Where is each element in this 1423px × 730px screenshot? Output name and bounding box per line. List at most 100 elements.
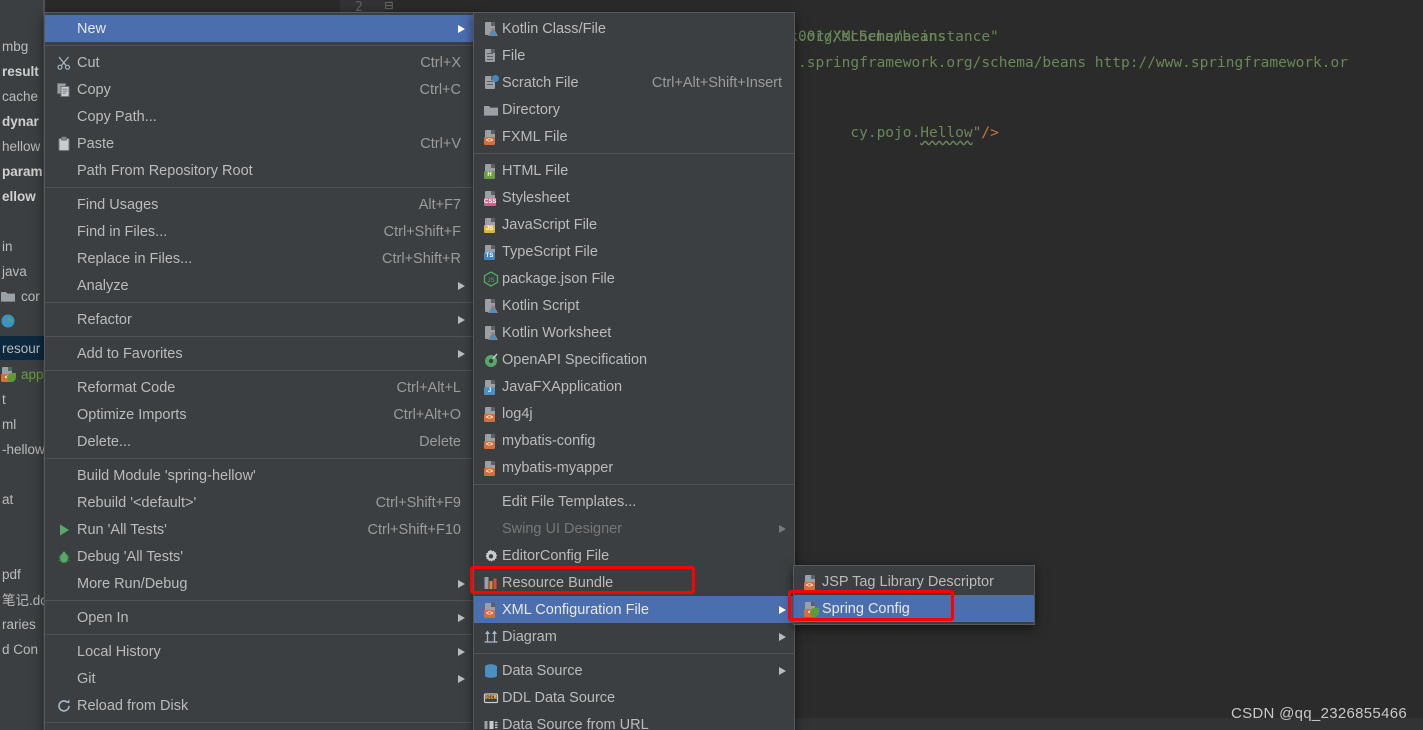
menu-item-copy[interactable]: Copy Ctrl+C bbox=[45, 76, 473, 103]
menu-item-refactor[interactable]: Refactor bbox=[45, 306, 473, 333]
project-tree-item[interactable]: raries bbox=[0, 612, 45, 636]
menu-item-directory[interactable]: Directory bbox=[474, 96, 794, 123]
menu-item-html-file[interactable]: H HTML File bbox=[474, 157, 794, 184]
project-tree-item[interactable]: param bbox=[0, 159, 45, 183]
menu-item-copy-path[interactable]: Copy Path... bbox=[45, 103, 473, 130]
menu-item-editorconfig-file[interactable]: EditorConfig File bbox=[474, 542, 794, 569]
run-icon bbox=[53, 520, 75, 540]
menu-item-ddl-data-source[interactable]: DDL DDL Data Source bbox=[474, 684, 794, 711]
xml-file-icon: <> bbox=[480, 127, 502, 147]
menu-item-label: package.json File bbox=[502, 270, 615, 287]
menu-item-build-module-spring-hellow[interactable]: Build Module 'spring-hellow' bbox=[45, 462, 473, 489]
menu-item-rebuild-default[interactable]: Rebuild '<default>' Ctrl+Shift+F9 bbox=[45, 489, 473, 516]
menu-item-find-in-files[interactable]: Find in Files... Ctrl+Shift+F bbox=[45, 218, 473, 245]
project-tree-item[interactable]: t bbox=[0, 387, 45, 411]
menu-item-new[interactable]: New bbox=[45, 15, 473, 42]
project-tree-item[interactable]: cache bbox=[0, 84, 45, 108]
project-tree-panel[interactable]: mbg result cache dynar hellow param ellow in jav… bbox=[0, 0, 45, 730]
project-tree-item[interactable] bbox=[0, 309, 45, 333]
project-tree-item[interactable]: 笔记.dc bbox=[0, 587, 45, 611]
menu-item-local-history[interactable]: Local History bbox=[45, 638, 473, 665]
menu-item-scratch-file[interactable]: Scratch File Ctrl+Alt+Shift+Insert bbox=[474, 69, 794, 96]
menu-item-shortcut: Ctrl+Shift+F9 bbox=[375, 494, 461, 511]
menu-item-reload-from-disk[interactable]: Reload from Disk bbox=[45, 692, 473, 719]
xml-configuration-submenu[interactable]: <>JSP Tag Library Descriptor<Spring Conf… bbox=[793, 565, 1035, 625]
project-tree-item[interactable]: result bbox=[0, 59, 45, 83]
project-tree-item[interactable]: dynar bbox=[0, 109, 45, 133]
menu-item-label: Diagram bbox=[502, 628, 557, 645]
project-tree-item[interactable]: d Con bbox=[0, 637, 45, 661]
menu-item-delete[interactable]: Delete... Delete bbox=[45, 428, 473, 455]
menu-item-diagram[interactable]: Diagram bbox=[474, 623, 794, 650]
project-tree-item[interactable]: hellow bbox=[0, 134, 45, 158]
menu-item-openapi-specification[interactable]: OpenAPI Specification bbox=[474, 346, 794, 373]
project-tree-item[interactable]: < app bbox=[0, 362, 45, 386]
project-tree-item[interactable]: java bbox=[0, 259, 45, 283]
menu-item-edit-file-templates[interactable]: Edit File Templates... bbox=[474, 488, 794, 515]
project-tree-item[interactable]: pdf bbox=[0, 562, 45, 586]
menu-item-open-in[interactable]: Open In bbox=[45, 604, 473, 631]
schema-location-text: .springframework.org/schema/beans http:/… bbox=[798, 55, 1348, 71]
menu-item-resource-bundle[interactable]: Resource Bundle bbox=[474, 569, 794, 596]
menu-item-analyze[interactable]: Analyze bbox=[45, 272, 473, 299]
new-submenu[interactable]: Kotlin Class/File File Scratch File Ctrl+Al… bbox=[473, 12, 795, 730]
project-tree-item[interactable]: ellow bbox=[0, 184, 45, 208]
menu-item-javascript-file[interactable]: JS JavaScript File bbox=[474, 211, 794, 238]
menu-item-path-from-repository-root[interactable]: Path From Repository Root bbox=[45, 157, 473, 184]
menu-item-run-all-tests[interactable]: Run 'All Tests' Ctrl+Shift+F10 bbox=[45, 516, 473, 543]
menu-item-kotlin-worksheet[interactable]: Kotlin Worksheet bbox=[474, 319, 794, 346]
svg-text:DDL: DDL bbox=[486, 694, 495, 699]
menu-item-spring-config[interactable]: <Spring Config bbox=[794, 595, 1034, 622]
menu-item-label: Spring Config bbox=[822, 600, 910, 617]
css-file-icon: CSS bbox=[480, 188, 502, 208]
menu-item-data-source-from-url[interactable]: Data Source from URL bbox=[474, 711, 794, 730]
project-tree-item[interactable]: at bbox=[0, 487, 45, 511]
menu-item-compare-with[interactable]: Compare With...Ctrl+D bbox=[45, 726, 473, 730]
menu-item-kotlin-script[interactable]: Kotlin Script bbox=[474, 292, 794, 319]
kotlin-file-icon bbox=[480, 19, 502, 39]
code-fold-icon[interactable]: ⊟ bbox=[384, 1, 394, 12]
menu-item-no-icon bbox=[53, 107, 75, 127]
menu-item-add-to-favorites[interactable]: Add to Favorites bbox=[45, 340, 473, 367]
project-tree-item-label: 笔记.dc bbox=[2, 593, 45, 608]
menu-item-debug-all-tests[interactable]: Debug 'All Tests' bbox=[45, 543, 473, 570]
menu-item-typescript-file[interactable]: TS TypeScript File bbox=[474, 238, 794, 265]
project-tree-item-label: ml bbox=[2, 416, 17, 432]
project-tree-item[interactable]: resour bbox=[0, 336, 45, 360]
kotlin-worksheet-icon bbox=[480, 323, 502, 343]
menu-item-file[interactable]: File bbox=[474, 42, 794, 69]
menu-item-cut[interactable]: Cut Ctrl+X bbox=[45, 49, 473, 76]
menu-item-label: Kotlin Class/File bbox=[502, 20, 606, 37]
menu-item-fxml-file[interactable]: <> FXML File bbox=[474, 123, 794, 150]
menu-item-reformat-code[interactable]: Reformat Code Ctrl+Alt+L bbox=[45, 374, 473, 401]
menu-item-find-usages[interactable]: Find Usages Alt+F7 bbox=[45, 191, 473, 218]
menu-item-stylesheet[interactable]: CSS Stylesheet bbox=[474, 184, 794, 211]
project-tree-item[interactable]: in bbox=[0, 234, 45, 258]
scratch-file-icon bbox=[480, 73, 502, 93]
file-page-icon bbox=[483, 325, 499, 341]
menu-item-kotlin-class-file[interactable]: Kotlin Class/File bbox=[474, 15, 794, 42]
menu-item-package-json-file[interactable]: JS package.json File bbox=[474, 265, 794, 292]
menu-item-mybatis-config[interactable]: <> mybatis-config bbox=[474, 427, 794, 454]
menu-item-jsp-tag-library-descriptor[interactable]: <> JSP Tag Library Descriptor bbox=[794, 568, 1034, 595]
project-context-menu[interactable]: New Cut Ctrl+X Copy Ctrl+C Copy Path... Paste C… bbox=[44, 12, 474, 730]
menu-item-xml-configuration-file[interactable]: <> XML Configuration File bbox=[474, 596, 794, 623]
menu-item-shortcut: Alt+F7 bbox=[418, 196, 461, 213]
menu-item-data-source[interactable]: Data Source bbox=[474, 657, 794, 684]
project-tree-item[interactable]: cor bbox=[0, 284, 45, 308]
project-tree-item[interactable]: mbg bbox=[0, 34, 45, 58]
menu-item-replace-in-files[interactable]: Replace in Files... Ctrl+Shift+R bbox=[45, 245, 473, 272]
menu-item-no-icon bbox=[53, 608, 75, 628]
menu-item-log4j[interactable]: <> log4j bbox=[474, 400, 794, 427]
project-tree-item[interactable]: ml bbox=[0, 412, 45, 436]
menu-item-git[interactable]: Git bbox=[45, 665, 473, 692]
menu-item-label: Copy bbox=[77, 81, 111, 98]
menu-item-optimize-imports[interactable]: Optimize Imports Ctrl+Alt+O bbox=[45, 401, 473, 428]
menu-item-no-icon bbox=[53, 195, 75, 215]
menu-item-paste[interactable]: Paste Ctrl+V bbox=[45, 130, 473, 157]
menu-item-javafxapplication[interactable]: J JavaFXApplication bbox=[474, 373, 794, 400]
menu-item-more-run-debug[interactable]: More Run/Debug bbox=[45, 570, 473, 597]
project-tree-item[interactable]: -hellow bbox=[0, 437, 45, 461]
menu-item-mybatis-myapper[interactable]: <> mybatis-myapper bbox=[474, 454, 794, 481]
spring-config-icon: < bbox=[0, 366, 16, 382]
